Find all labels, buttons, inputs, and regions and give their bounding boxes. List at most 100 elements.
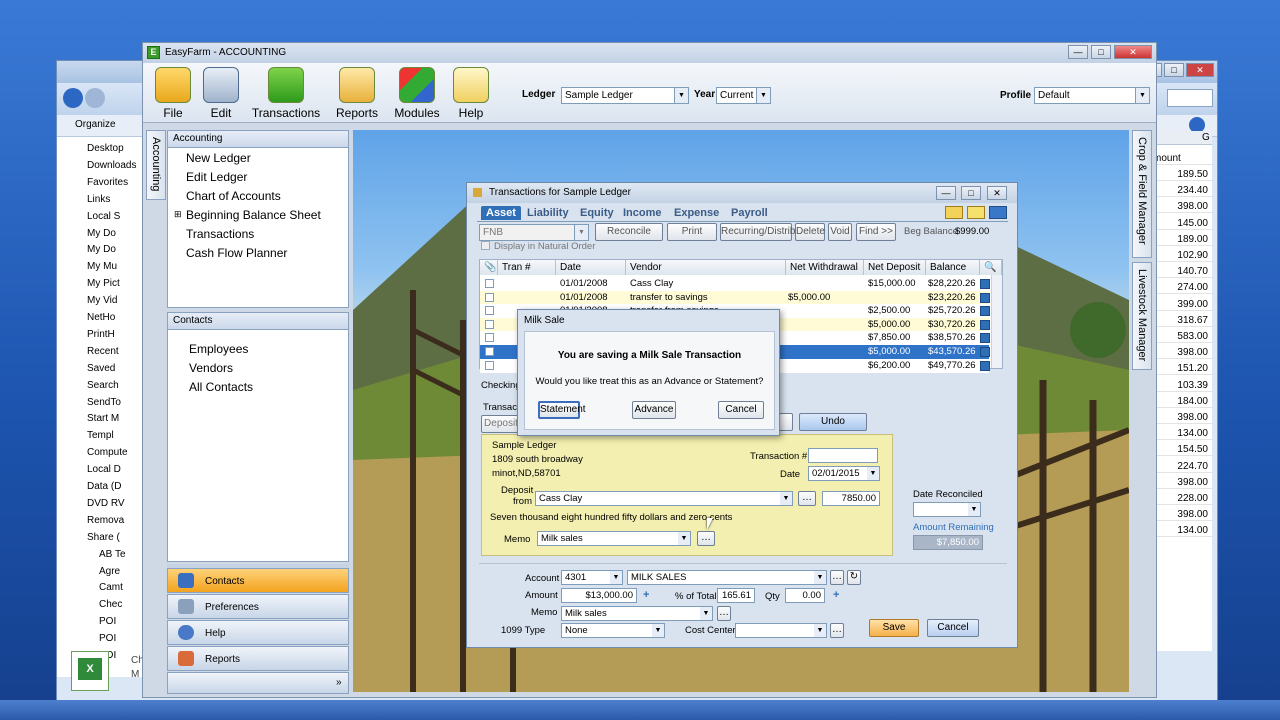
nav-preferences[interactable]: Preferences bbox=[167, 594, 349, 619]
account-name-select[interactable]: MILK SALES ▼ bbox=[627, 570, 827, 585]
split-amount-input[interactable]: $13,000.00 bbox=[561, 588, 637, 603]
tab-income[interactable]: Income bbox=[620, 207, 665, 221]
tree-item[interactable]: Recent bbox=[87, 346, 143, 357]
date-input[interactable]: 02/01/2015 ▼ bbox=[808, 466, 880, 481]
tree-item[interactable]: My Do bbox=[87, 244, 143, 255]
sheet-cell[interactable]: 399.00 bbox=[1150, 299, 1212, 311]
row-status-icon[interactable] bbox=[980, 333, 990, 344]
sheet-cell[interactable]: 583.00 bbox=[1150, 331, 1212, 343]
nav-overflow[interactable]: » bbox=[167, 672, 349, 694]
row-status-icon[interactable] bbox=[980, 347, 990, 357]
transactions-button[interactable]: Transactions bbox=[251, 67, 321, 120]
row-status-icon[interactable] bbox=[980, 306, 990, 317]
sheet-cell[interactable]: 398.00 bbox=[1150, 509, 1212, 522]
print-button[interactable]: Print bbox=[667, 223, 717, 241]
ledger-select[interactable]: Sample Ledger ▼ bbox=[561, 87, 689, 104]
delete-button[interactable]: Delete bbox=[795, 223, 825, 241]
save-button[interactable]: Save bbox=[869, 619, 919, 637]
modules-button[interactable]: Modules bbox=[393, 67, 441, 120]
tree-item[interactable]: DVD RV bbox=[87, 498, 143, 509]
folder-icon[interactable] bbox=[945, 206, 963, 219]
tree-item[interactable]: Remova bbox=[87, 515, 143, 526]
sheet-cell[interactable]: 154.50 bbox=[1150, 444, 1212, 457]
row-checkbox[interactable] bbox=[485, 333, 494, 343]
row-checkbox[interactable] bbox=[485, 279, 494, 288]
tab-accounting[interactable]: Accounting bbox=[146, 130, 166, 200]
tab-equity[interactable]: Equity bbox=[577, 207, 617, 221]
accounting-item[interactable]: Cash Flow Planner bbox=[186, 246, 287, 260]
tree-item[interactable]: Templ bbox=[87, 430, 143, 441]
tree-item[interactable]: Start M bbox=[87, 413, 143, 424]
minimize-icon[interactable]: — bbox=[936, 186, 956, 200]
organize-button[interactable]: Organize bbox=[75, 119, 116, 130]
dialog-cancel-button[interactable]: Cancel bbox=[718, 401, 764, 419]
refresh-icon[interactable]: ↻ bbox=[847, 570, 861, 585]
tab-asset[interactable]: Asset bbox=[481, 206, 521, 220]
sheet-cell[interactable]: 189.00 bbox=[1150, 234, 1212, 246]
search-icon[interactable]: 🔍 bbox=[980, 260, 1002, 275]
sheet-cell[interactable]: 398.00 bbox=[1150, 347, 1212, 360]
forward-icon[interactable] bbox=[85, 88, 105, 108]
advance-button[interactable]: Advance bbox=[632, 401, 676, 419]
tree-item[interactable]: Links bbox=[87, 194, 143, 205]
row-checkbox[interactable] bbox=[485, 360, 494, 370]
tree-item[interactable]: My Pict bbox=[87, 278, 143, 289]
memo-select[interactable]: Milk sales ▼ bbox=[537, 531, 691, 546]
memo-lookup-button[interactable]: … bbox=[717, 606, 731, 621]
hidden-button-edge[interactable] bbox=[779, 413, 793, 431]
reconcile-button[interactable]: Reconcile bbox=[595, 223, 663, 241]
maximize-icon[interactable]: □ bbox=[1164, 63, 1184, 77]
sheet-cell[interactable]: 398.00 bbox=[1150, 412, 1212, 424]
accounting-item[interactable]: Edit Ledger bbox=[186, 170, 247, 184]
nav-contacts[interactable]: Contacts bbox=[167, 568, 349, 593]
sheet-cell[interactable]: 140.70 bbox=[1150, 266, 1212, 279]
void-button[interactable]: Void bbox=[828, 223, 852, 241]
tree-item[interactable]: PrintH bbox=[87, 329, 143, 340]
recurring-button[interactable]: Recurring/Distrib bbox=[720, 223, 795, 241]
row-status-icon[interactable] bbox=[980, 360, 990, 371]
col-net-deposit[interactable]: Net Deposit bbox=[864, 260, 926, 275]
amount-input[interactable]: 7850.00 bbox=[822, 491, 880, 506]
sheet-cell[interactable]: 151.20 bbox=[1150, 363, 1212, 376]
find-button[interactable]: Find >> bbox=[856, 223, 896, 241]
tree-item[interactable]: My Do bbox=[87, 228, 143, 239]
sheet-cell[interactable]: 103.39 bbox=[1150, 380, 1212, 392]
split-memo-select[interactable]: Milk sales ▼ bbox=[561, 606, 713, 621]
sheet-cell[interactable]: 398.00 bbox=[1150, 201, 1212, 214]
from-select[interactable]: Cass Clay ▼ bbox=[535, 491, 793, 506]
tree-item[interactable]: Desktop bbox=[87, 143, 143, 154]
minimize-icon[interactable]: — bbox=[1068, 45, 1088, 59]
tree-item[interactable]: Compute bbox=[87, 447, 143, 458]
sheet-cell[interactable]: 398.00 bbox=[1150, 477, 1212, 489]
form-1099-select[interactable]: None ▼ bbox=[561, 623, 665, 638]
col-net-withdrawal[interactable]: Net Withdrawal bbox=[786, 260, 864, 275]
expand-icon[interactable]: ⊞ bbox=[174, 209, 182, 220]
row-status-icon[interactable] bbox=[980, 292, 990, 303]
col-tran[interactable]: Tran # bbox=[498, 260, 556, 275]
accounting-item[interactable]: New Ledger bbox=[186, 151, 251, 165]
file-button[interactable]: File bbox=[155, 67, 191, 120]
sheet-cell[interactable]: 274.00 bbox=[1150, 282, 1212, 295]
accounting-item[interactable]: Beginning Balance Sheet bbox=[186, 208, 321, 222]
close-icon[interactable]: ✕ bbox=[987, 186, 1007, 200]
sheet-cell[interactable]: 228.00 bbox=[1150, 493, 1212, 505]
tree-item[interactable]: Local S bbox=[87, 211, 143, 222]
close-icon[interactable]: ✕ bbox=[1114, 45, 1152, 59]
tree-item[interactable]: Share ( bbox=[87, 532, 143, 543]
tab-crop-field-manager[interactable]: Crop & Field Manager bbox=[1132, 130, 1152, 258]
grid-scrollbar[interactable] bbox=[991, 275, 1002, 368]
percent-total-input[interactable]: 165.61 bbox=[717, 588, 755, 603]
help-button[interactable]: Help bbox=[453, 67, 489, 120]
edit-button[interactable]: Edit bbox=[203, 67, 239, 120]
sheet-cell[interactable]: 134.00 bbox=[1150, 428, 1212, 441]
tree-item[interactable]: Data (D bbox=[87, 481, 143, 492]
sheet-cell[interactable]: 184.00 bbox=[1150, 396, 1212, 408]
maximize-icon[interactable]: □ bbox=[961, 186, 981, 200]
account-number-select[interactable]: 4301 ▼ bbox=[561, 570, 623, 585]
tab-checking[interactable]: Checking bbox=[481, 380, 521, 391]
from-lookup-button[interactable]: … bbox=[798, 491, 816, 506]
globe-icon[interactable] bbox=[989, 206, 1007, 219]
tab-payroll[interactable]: Payroll bbox=[728, 207, 771, 221]
row-checkbox[interactable] bbox=[485, 292, 494, 302]
natural-order-checkbox[interactable] bbox=[481, 241, 490, 250]
